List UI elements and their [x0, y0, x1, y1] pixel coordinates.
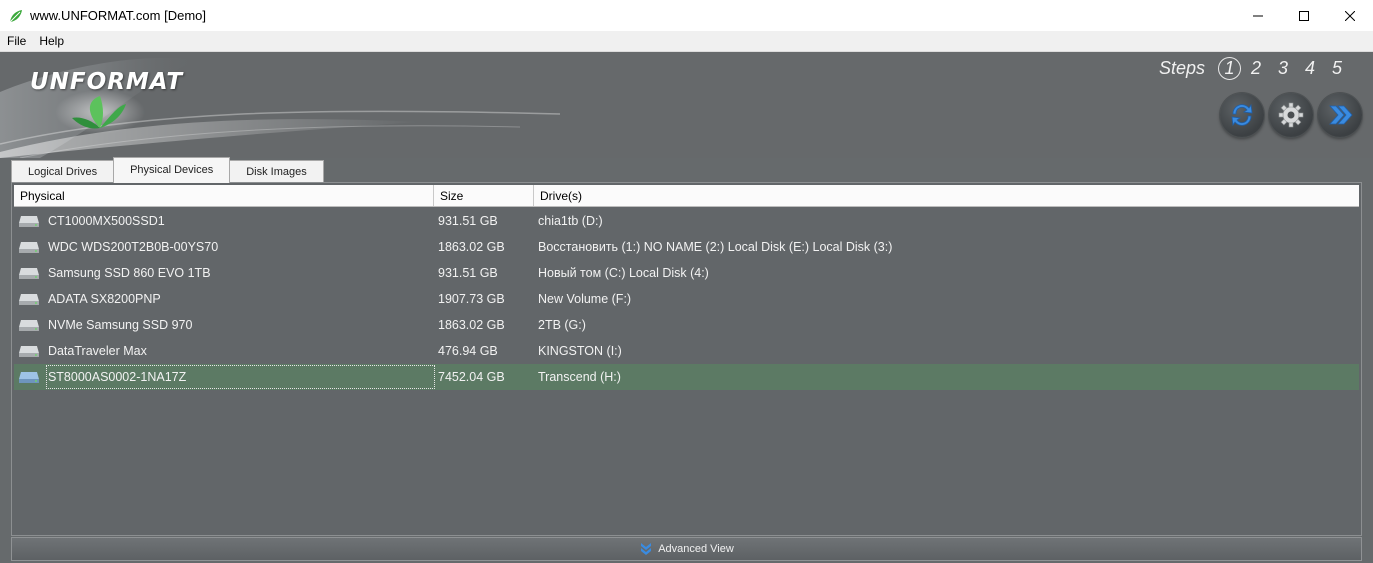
refresh-button[interactable] [1220, 93, 1264, 137]
leaf-app-icon [9, 9, 22, 22]
column-header-physical[interactable]: Physical [14, 185, 434, 206]
settings-button[interactable] [1269, 93, 1313, 137]
column-header-size[interactable]: Size [434, 185, 534, 206]
hard-drive-icon [18, 372, 39, 383]
hard-drive-icon [18, 242, 39, 253]
device-drives: Transcend (H:) [538, 370, 621, 384]
table-row[interactable]: ADATA SX8200PNP 1907.73 GB New Volume (F… [14, 286, 1359, 312]
gear-icon [1278, 102, 1304, 128]
next-button[interactable] [1318, 93, 1362, 137]
device-size: 1863.02 GB [438, 240, 505, 254]
menu-bar: File Help [0, 31, 1373, 52]
hard-drive-icon [18, 294, 39, 305]
refresh-icon [1231, 103, 1253, 127]
table-row[interactable]: Samsung SSD 860 EVO 1TB 931.51 GB Новый … [14, 260, 1359, 286]
app-header: UNFORMAT Steps 1 2 3 4 5 [0, 52, 1373, 158]
device-list: CT1000MX500SSD1 931.51 GB chia1tb (D:) W… [14, 208, 1359, 390]
step-2: 2 [1250, 57, 1261, 78]
action-buttons [1215, 93, 1362, 137]
close-button[interactable] [1327, 0, 1373, 31]
double-chevron-down-icon [641, 543, 652, 555]
close-icon [1345, 10, 1355, 21]
hard-drive-icon [18, 268, 39, 279]
maximize-icon [1299, 10, 1309, 21]
device-name: Samsung SSD 860 EVO 1TB [47, 266, 211, 280]
hard-drive-icon [18, 216, 39, 227]
advanced-view-label: Advanced View [658, 543, 734, 555]
device-size: 476.94 GB [438, 344, 498, 358]
table-row[interactable]: CT1000MX500SSD1 931.51 GB chia1tb (D:) [14, 208, 1359, 234]
title-bar: www.UNFORMAT.com [Demo] [0, 0, 1373, 31]
minimize-button[interactable] [1235, 0, 1281, 31]
step-4: 4 [1304, 57, 1315, 78]
device-name: ADATA SX8200PNP [47, 292, 161, 306]
tab-physical-devices[interactable]: Physical Devices [113, 157, 231, 183]
device-name: DataTraveler Max [47, 344, 147, 358]
tab-disk-images[interactable]: Disk Images [229, 160, 324, 183]
table-header: Physical Size Drive(s) [14, 185, 1359, 207]
hard-drive-icon [18, 346, 39, 357]
device-drives: Новый том (C:) Local Disk (4:) [538, 266, 709, 280]
device-size: 931.51 GB [438, 266, 498, 280]
step-5: 5 [1331, 57, 1342, 78]
double-chevron-right-icon [1329, 105, 1353, 125]
table-row-selected[interactable]: ST8000AS0002-1NA17Z 7452.04 GB Transcend… [14, 364, 1359, 390]
tab-logical-drives[interactable]: Logical Drives [11, 160, 115, 183]
column-header-drives[interactable]: Drive(s) [534, 185, 1359, 206]
device-name: ST8000AS0002-1NA17Z [45, 365, 436, 389]
device-drives: 2TB (G:) [538, 318, 586, 332]
maximize-button[interactable] [1281, 0, 1327, 31]
steps-label: Steps [1158, 57, 1205, 78]
device-size: 1907.73 GB [438, 292, 505, 306]
device-drives: chia1tb (D:) [538, 214, 603, 228]
step-3: 3 [1277, 57, 1288, 78]
table-row[interactable]: WDC WDS200T2B0B-00YS70 1863.02 GB Восста… [14, 234, 1359, 260]
table-row[interactable]: NVMe Samsung SSD 970 1863.02 GB 2TB (G:) [14, 312, 1359, 338]
table-row[interactable]: DataTraveler Max 476.94 GB KINGSTON (I:) [14, 338, 1359, 364]
menu-file[interactable]: File [0, 34, 32, 48]
device-name: CT1000MX500SSD1 [47, 214, 165, 228]
device-name: WDC WDS200T2B0B-00YS70 [47, 240, 219, 254]
device-drives: New Volume (F:) [538, 292, 632, 306]
devices-panel: Physical Size Drive(s) CT1000MX500SSD1 9… [11, 182, 1362, 536]
tab-strip: Logical Drives Physical Devices Disk Ima… [11, 157, 324, 183]
device-size: 1863.02 GB [438, 318, 505, 332]
hard-drive-icon [18, 320, 39, 331]
step-1: 1 [1218, 56, 1241, 80]
minimize-icon [1253, 15, 1263, 16]
device-drives: KINGSTON (I:) [538, 344, 622, 358]
app-logo-text: UNFORMAT [30, 69, 184, 95]
logo-swoosh-graphic [0, 57, 561, 158]
device-size: 931.51 GB [438, 214, 498, 228]
steps-indicator: Steps 1 2 3 4 5 [1159, 56, 1349, 80]
advanced-view-button[interactable]: Advanced View [11, 537, 1362, 561]
window-title: www.UNFORMAT.com [Demo] [30, 8, 206, 23]
device-name: NVMe Samsung SSD 970 [47, 318, 193, 332]
device-size: 7452.04 GB [438, 370, 505, 384]
menu-help[interactable]: Help [32, 34, 70, 48]
device-drives: Восстановить (1:) NO NAME (2:) Local Dis… [538, 240, 893, 254]
